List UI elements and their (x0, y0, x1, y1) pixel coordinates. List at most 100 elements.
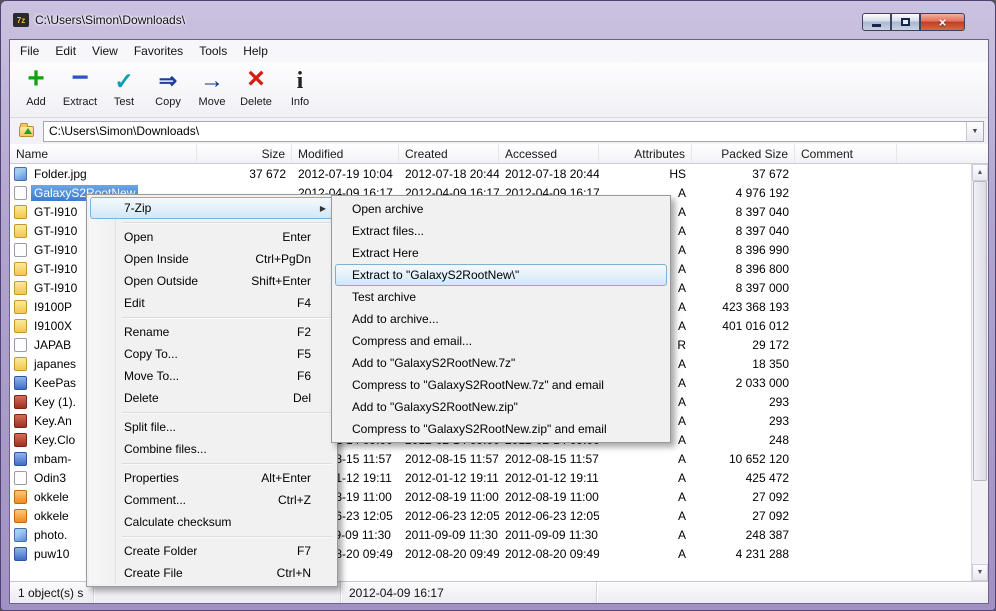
submenu-item-add-to-archive[interactable]: Add to archive... (335, 308, 667, 330)
move-arrow-icon (195, 67, 229, 95)
file-cell: 2012-06-23 12:05 (499, 509, 599, 523)
file-cell: 8 397 040 (692, 224, 795, 238)
vertical-scrollbar[interactable]: ▲ ▼ (971, 164, 988, 581)
context-menu-item-rename[interactable]: Rename F2 (90, 321, 334, 343)
scroll-down-button[interactable]: ▼ (972, 564, 988, 581)
menu-item-label: Create Folder (124, 544, 197, 558)
menu-item-label: Test archive (352, 290, 416, 304)
copy-button[interactable]: Copy (146, 65, 190, 108)
column-header-created[interactable]: Created (399, 144, 499, 163)
chevron-down-icon: ▼ (972, 128, 979, 135)
submenu-item-extract-here[interactable]: Extract Here (335, 242, 667, 264)
column-header-comment[interactable]: Comment (795, 144, 897, 163)
menubar-item-file[interactable]: File (12, 41, 47, 61)
menubar-item-help[interactable]: Help (235, 41, 276, 61)
menu-item-label: Open Inside (124, 252, 189, 266)
submenu-item-extract-to-galaxys2rootnew[interactable]: Extract to "GalaxyS2RootNew\" (335, 264, 667, 286)
file-cell: 2012-07-18 20:44 (399, 167, 499, 181)
context-menu-item-create-file[interactable]: Create FileCtrl+N (90, 562, 334, 584)
file-row[interactable]: Folder.jpg37 6722012-07-19 10:042012-07-… (10, 164, 971, 183)
toolbar-button-label: Add (26, 96, 46, 108)
context-menu-item-split-file[interactable]: Split file... (90, 416, 334, 438)
menu-item-label: Move To... (124, 369, 179, 383)
doc-file-icon (14, 243, 27, 257)
column-header-size[interactable]: Size (197, 144, 292, 163)
key-file-icon (14, 414, 27, 428)
menu-item-label: Rename (124, 325, 169, 339)
context-menu-item-combine-files[interactable]: Combine files... (90, 438, 334, 460)
menubar-item-favorites[interactable]: Favorites (126, 41, 191, 61)
7zip-app-icon (13, 13, 29, 27)
move-button[interactable]: Move (190, 65, 234, 108)
context-menu-item-calculate-checksum[interactable]: Calculate checksum (90, 511, 334, 533)
context-menu-item-delete[interactable]: DeleteDel (90, 387, 334, 409)
column-header-name[interactable]: Name (10, 144, 197, 163)
info-button[interactable]: Info (278, 65, 322, 108)
menu-item-label: Edit (124, 296, 145, 310)
column-header-modified[interactable]: Modified (292, 144, 399, 163)
window-title: C:\Users\Simon\Downloads\ (35, 13, 185, 27)
column-header-accessed[interactable]: Accessed (499, 144, 599, 163)
file-name: Key.An (31, 413, 75, 429)
file-cell: 2012-07-19 10:04 (292, 167, 399, 181)
status-panel-4 (597, 582, 988, 603)
file-name: okkele (31, 489, 72, 505)
context-menu-item-7-zip[interactable]: 7-Zip▶ (90, 197, 334, 219)
submenu-item-add-to-galaxys2rootnew-7z[interactable]: Add to "GalaxyS2RootNew.7z" (335, 352, 667, 374)
context-menu-item-comment[interactable]: Comment...Ctrl+Z (90, 489, 334, 511)
context-menu-item-open-outside[interactable]: Open OutsideShift+Enter (90, 270, 334, 292)
context-menu-item-copy-to[interactable]: Copy To...F5 (90, 343, 334, 365)
extract-button[interactable]: Extract (58, 65, 102, 108)
file-cell: 2012-08-19 11:00 (399, 490, 499, 504)
maximize-button[interactable] (891, 13, 920, 31)
context-menu-separator (122, 463, 332, 464)
context-menu-item-edit[interactable]: EditF4 (90, 292, 334, 314)
menu-item-label: Properties (124, 471, 179, 485)
submenu-item-extract-files[interactable]: Extract files... (335, 220, 667, 242)
context-menu-item-open-inside[interactable]: Open InsideCtrl+PgDn (90, 248, 334, 270)
submenu-item-open-archive[interactable]: Open archive (335, 198, 667, 220)
column-header-attributes[interactable]: Attributes (599, 144, 692, 163)
parent-folder-button[interactable] (14, 121, 38, 141)
column-header-filler (897, 144, 988, 163)
test-button[interactable]: Test (102, 65, 146, 108)
key-file-icon (14, 433, 27, 447)
context-menu-item-create-folder[interactable]: Create FolderF7 (90, 540, 334, 562)
menu-item-shortcut: F2 (297, 325, 323, 339)
context-menu-item-move-to[interactable]: Move To...F6 (90, 365, 334, 387)
context-menu: 7-Zip▶OpenEnterOpen InsideCtrl+PgDnOpen … (86, 194, 338, 587)
menubar-item-edit[interactable]: Edit (47, 41, 84, 61)
menubar-item-view[interactable]: View (84, 41, 126, 61)
context-menu-item-properties[interactable]: PropertiesAlt+Enter (90, 467, 334, 489)
minimize-button[interactable] (862, 13, 891, 31)
7zip-submenu: Open archiveExtract files...Extract Here… (331, 195, 671, 443)
address-dropdown-button[interactable]: ▼ (966, 122, 983, 141)
submenu-item-compress-to-galaxys2rootnew-zip-and-email[interactable]: Compress to "GalaxyS2RootNew.zip" and em… (335, 418, 667, 440)
close-icon: × (939, 16, 947, 29)
menubar-item-tools[interactable]: Tools (191, 41, 235, 61)
file-cell: 2012-08-20 09:49 (499, 547, 599, 561)
add-plus-icon (19, 67, 53, 95)
add-button[interactable]: Add (14, 65, 58, 108)
submenu-item-test-archive[interactable]: Test archive (335, 286, 667, 308)
7zip-window: C:\Users\Simon\Downloads\ × FileEditView… (0, 0, 996, 611)
scrollbar-thumb[interactable] (973, 181, 987, 481)
file-cell: 248 387 (692, 528, 795, 542)
submenu-item-add-to-galaxys2rootnew-zip[interactable]: Add to "GalaxyS2RootNew.zip" (335, 396, 667, 418)
menu-item-label: Open Outside (124, 274, 198, 288)
delete-button[interactable]: Delete (234, 65, 278, 108)
scroll-up-button[interactable]: ▲ (972, 164, 988, 181)
minimize-icon (872, 24, 881, 27)
file-name-cell: Folder.jpg (10, 166, 197, 182)
context-menu-item-open[interactable]: OpenEnter (90, 226, 334, 248)
column-header-packed-size[interactable]: Packed Size (692, 144, 795, 163)
file-cell: 2012-01-12 19:11 (499, 471, 599, 485)
close-button[interactable]: × (920, 13, 965, 31)
file-cell: HS (599, 167, 692, 181)
submenu-item-compress-to-galaxys2rootnew-7z-and-email[interactable]: Compress to "GalaxyS2RootNew.7z" and ema… (335, 374, 667, 396)
address-input[interactable] (44, 122, 966, 141)
submenu-item-compress-and-email[interactable]: Compress and email... (335, 330, 667, 352)
file-cell: 425 472 (692, 471, 795, 485)
titlebar[interactable]: C:\Users\Simon\Downloads\ × (1, 1, 995, 39)
file-name: KeePas (31, 375, 79, 391)
